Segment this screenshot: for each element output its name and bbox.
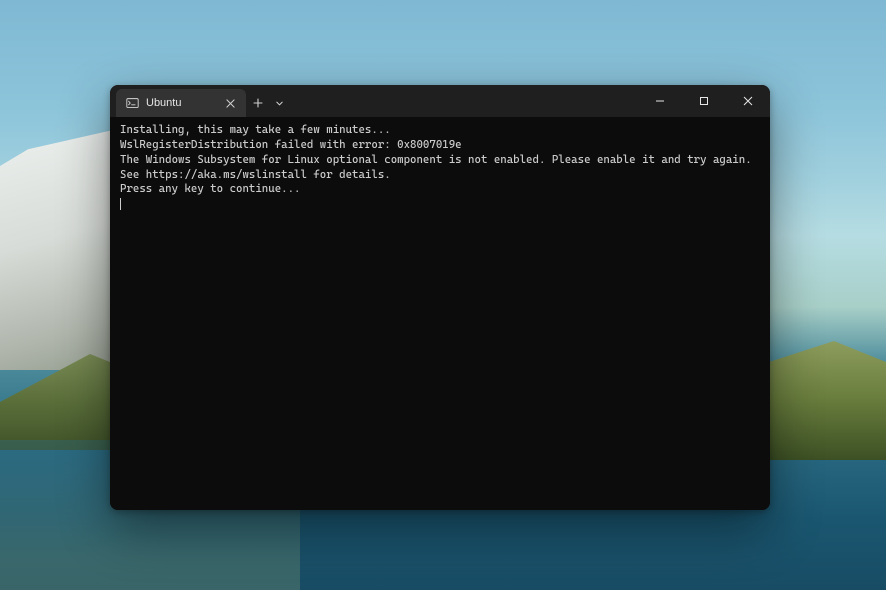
terminal-line: See https://aka.ms/wslinstall for detail… [120,168,760,183]
tab-title: Ubuntu [146,97,215,109]
terminal-line: WslRegisterDistribution failed with erro… [120,138,760,153]
new-tab-dropdown[interactable] [270,89,288,117]
close-button[interactable] [726,85,770,117]
terminal-line: Installing, this may take a few minutes.… [120,123,760,138]
tab-close-button[interactable] [222,95,238,111]
titlebar-drag-region[interactable] [288,85,638,117]
desktop-wallpaper: Ubuntu [0,0,886,590]
terminal-output[interactable]: Installing, this may take a few minutes.… [110,117,770,510]
terminal-cursor [120,198,121,210]
tab-ubuntu[interactable]: Ubuntu [116,89,246,117]
ubuntu-icon [126,97,139,110]
tab-strip: Ubuntu [110,85,288,117]
minimize-button[interactable] [638,85,682,117]
window-titlebar[interactable]: Ubuntu [110,85,770,117]
terminal-line: Press any key to continue... [120,182,760,197]
window-controls [638,85,770,117]
terminal-window: Ubuntu [110,85,770,510]
new-tab-button[interactable] [246,89,270,117]
terminal-line: The Windows Subsystem for Linux optional… [120,153,760,168]
maximize-button[interactable] [682,85,726,117]
